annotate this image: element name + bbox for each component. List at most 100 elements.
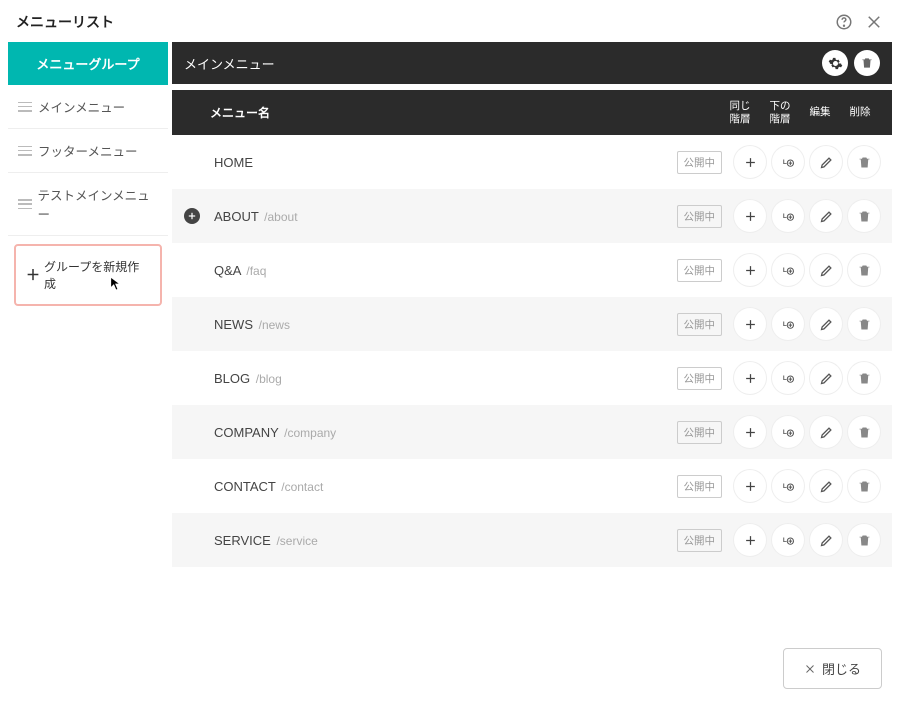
add-same-level-button[interactable]: [734, 254, 766, 286]
svg-text:L: L: [782, 158, 786, 165]
add-same-level-button[interactable]: [734, 200, 766, 232]
edit-button[interactable]: [810, 254, 842, 286]
add-same-level-button[interactable]: [734, 362, 766, 394]
drag-handle-icon: [18, 102, 32, 112]
row-name: COMPANY /company: [210, 425, 677, 440]
edit-button[interactable]: [810, 470, 842, 502]
sidebar-group-item[interactable]: メインメニュー: [8, 85, 168, 129]
edit-button[interactable]: [810, 308, 842, 340]
modal-header: メニューリスト: [0, 0, 900, 42]
col-sub-level: 下の 階層: [760, 100, 800, 125]
add-same-level-button[interactable]: [734, 146, 766, 178]
add-same-level-button[interactable]: [734, 308, 766, 340]
table-row: NEWS /news公開中 L: [172, 297, 892, 351]
edit-button[interactable]: [810, 362, 842, 394]
new-group-button[interactable]: ＋ グループを新規作成: [14, 244, 162, 306]
row-slug: /service: [276, 534, 317, 548]
row-name: NEWS /news: [210, 317, 677, 332]
add-sub-level-button[interactable]: L: [772, 308, 804, 340]
svg-text:L: L: [782, 212, 786, 219]
delete-button[interactable]: [848, 308, 880, 340]
col-name: メニュー名: [210, 104, 720, 121]
delete-menu-button[interactable]: [854, 50, 880, 76]
row-name: Q&A /faq: [210, 263, 677, 278]
trash-icon: [860, 56, 874, 70]
add-sub-level-button[interactable]: L: [772, 200, 804, 232]
modal-title: メニューリスト: [16, 12, 114, 32]
status-badge: 公開中: [677, 313, 723, 336]
row-name: CONTACT /contact: [210, 479, 677, 494]
modal-footer: 閉じる: [0, 634, 900, 703]
edit-button[interactable]: [810, 146, 842, 178]
menu-list-modal: メニューリスト メニューグループ メインメニューフッターメニューテストメインメニ…: [0, 0, 900, 703]
status-badge: 公開中: [677, 529, 723, 552]
table-row: SERVICE /service公開中 L: [172, 513, 892, 567]
row-name: HOME: [210, 155, 677, 170]
add-sub-level-button[interactable]: L: [772, 524, 804, 556]
main-panel: メインメニュー メニュー名 同じ 階層 下の 階層 編集 削除 HOME 公開中…: [172, 42, 892, 634]
status-badge: 公開中: [677, 259, 723, 282]
drag-handle-icon: [18, 199, 32, 209]
table-header: メニュー名 同じ 階層 下の 階層 編集 削除: [172, 90, 892, 135]
delete-button[interactable]: [848, 416, 880, 448]
add-sub-level-button[interactable]: L: [772, 470, 804, 502]
close-button[interactable]: 閉じる: [783, 648, 882, 689]
col-same-level: 同じ 階層: [720, 100, 760, 125]
close-icon[interactable]: [864, 12, 884, 32]
table-row: ABOUT /about公開中 L: [172, 189, 892, 243]
edit-button[interactable]: [810, 416, 842, 448]
table-row: COMPANY /company公開中L: [172, 405, 892, 459]
table-row: HOME 公開中L: [172, 135, 892, 189]
group-label: テストメインメニュー: [38, 185, 158, 223]
row-slug: /blog: [256, 372, 282, 386]
drag-handle-icon: [18, 146, 32, 156]
cursor-icon: [110, 276, 122, 292]
row-name: ABOUT /about: [210, 209, 677, 224]
sidebar-group-item[interactable]: フッターメニュー: [8, 129, 168, 173]
sidebar-tab[interactable]: メニューグループ: [8, 42, 168, 85]
delete-button[interactable]: [848, 254, 880, 286]
delete-button[interactable]: [848, 146, 880, 178]
status-badge: 公開中: [677, 205, 723, 228]
svg-text:L: L: [782, 374, 786, 381]
menu-rows: HOME 公開中LABOUT /about公開中LQ&A /faq公開中LNEW…: [172, 135, 892, 634]
add-sub-level-button[interactable]: L: [772, 362, 804, 394]
add-same-level-button[interactable]: [734, 416, 766, 448]
status-badge: 公開中: [677, 475, 723, 498]
col-edit: 編集: [800, 106, 840, 119]
table-row: Q&A /faq公開中 L: [172, 243, 892, 297]
new-group-label: グループを新規作成: [44, 258, 150, 292]
col-delete: 削除: [840, 106, 880, 119]
add-same-level-button[interactable]: [734, 524, 766, 556]
help-icon[interactable]: [834, 12, 854, 32]
table-row: CONTACT /contact公開中 L: [172, 459, 892, 513]
edit-button[interactable]: [810, 524, 842, 556]
svg-text:L: L: [782, 320, 786, 327]
row-name: SERVICE /service: [210, 533, 677, 548]
svg-text:L: L: [782, 536, 786, 543]
main-header-title: メインメニュー: [184, 54, 275, 73]
table-row: BLOG /blog公開中 L: [172, 351, 892, 405]
add-sub-level-button[interactable]: L: [772, 254, 804, 286]
gear-icon: [828, 56, 843, 71]
delete-button[interactable]: [848, 362, 880, 394]
settings-button[interactable]: [822, 50, 848, 76]
row-slug: /faq: [246, 264, 266, 278]
svg-text:L: L: [782, 428, 786, 435]
delete-button[interactable]: [848, 524, 880, 556]
delete-button[interactable]: [848, 470, 880, 502]
svg-text:L: L: [782, 266, 786, 273]
add-sub-level-button[interactable]: L: [772, 146, 804, 178]
expand-icon[interactable]: [184, 208, 200, 224]
row-slug: /news: [259, 318, 290, 332]
status-badge: 公開中: [677, 367, 723, 390]
sidebar-group-item[interactable]: テストメインメニュー: [8, 173, 168, 236]
close-icon: [804, 663, 816, 675]
add-same-level-button[interactable]: [734, 470, 766, 502]
row-slug: /contact: [281, 480, 323, 494]
edit-button[interactable]: [810, 200, 842, 232]
delete-button[interactable]: [848, 200, 880, 232]
add-sub-level-button[interactable]: L: [772, 416, 804, 448]
row-name: BLOG /blog: [210, 371, 677, 386]
main-header: メインメニュー: [172, 42, 892, 84]
